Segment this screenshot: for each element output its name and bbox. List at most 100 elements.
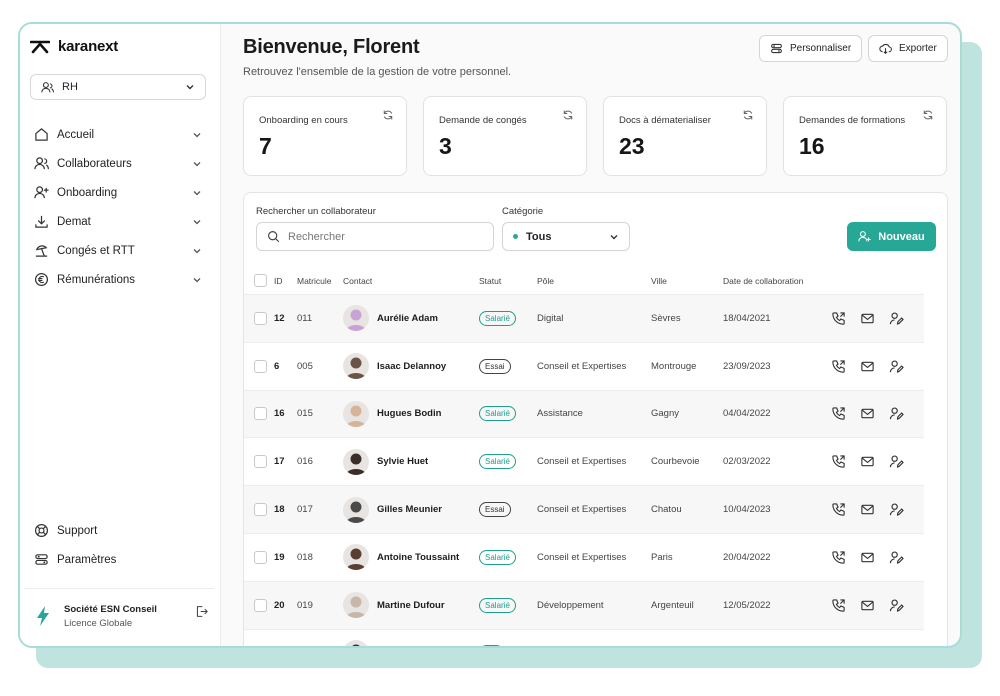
search-input[interactable] [288, 230, 468, 243]
phone-icon[interactable] [831, 406, 846, 421]
avatar[interactable] [343, 639, 369, 646]
cell-contact-name[interactable]: Sylvie Huet [377, 456, 428, 467]
edit-user-icon[interactable] [889, 502, 904, 517]
column-header-id[interactable]: ID [274, 276, 297, 286]
column-header-matricule[interactable]: Matricule [297, 276, 343, 286]
organization-panel: Société ESN Conseil Licence Globale [24, 588, 214, 631]
logout-icon[interactable] [195, 605, 208, 618]
sidebar-item-onboarding[interactable]: Onboarding [30, 178, 206, 207]
mail-icon[interactable] [860, 311, 875, 326]
stat-value: 23 [619, 133, 645, 159]
column-header-date[interactable]: Date de collaboration [723, 276, 831, 286]
mail-icon[interactable] [860, 359, 875, 374]
avatar[interactable] [343, 496, 369, 523]
phone-icon[interactable] [831, 359, 846, 374]
logo[interactable]: karanext [30, 38, 118, 55]
column-header-statut[interactable]: Statut [479, 276, 537, 286]
phone-icon[interactable] [831, 502, 846, 517]
column-header-ville[interactable]: Ville [651, 276, 723, 286]
refresh-icon[interactable] [742, 109, 754, 121]
row-actions [831, 645, 904, 648]
avatar[interactable] [343, 400, 369, 427]
mail-icon[interactable] [860, 550, 875, 565]
sidebar-item-demat[interactable]: Demat [30, 207, 206, 236]
cell-contact-name[interactable]: Martine Dufour [377, 600, 445, 611]
phone-icon[interactable] [831, 598, 846, 613]
avatar[interactable] [343, 544, 369, 571]
edit-user-icon[interactable] [889, 645, 904, 648]
mail-icon[interactable] [860, 502, 875, 517]
page-title: Bienvenue, Florent [243, 36, 420, 58]
edit-user-icon[interactable] [889, 550, 904, 565]
refresh-icon[interactable] [562, 109, 574, 121]
role-select[interactable]: RH [30, 74, 206, 100]
avatar[interactable] [343, 353, 369, 380]
avatar[interactable] [343, 592, 369, 619]
cell-contact-name[interactable]: Gilles Meunier [377, 504, 442, 515]
mail-icon[interactable] [860, 406, 875, 421]
row-checkbox[interactable] [254, 407, 267, 421]
column-header-contact[interactable]: Contact [343, 276, 479, 286]
row-checkbox[interactable] [254, 455, 267, 469]
phone-icon[interactable] [831, 550, 846, 565]
phone-icon[interactable] [831, 645, 846, 648]
row-checkbox[interactable] [254, 503, 267, 517]
search-field[interactable] [256, 222, 494, 251]
refresh-icon[interactable] [382, 109, 394, 121]
table-row[interactable]: 17 016 Sylvie Huet Salarié Conseil et Expert… [244, 438, 924, 487]
sidebar-item-accueil[interactable]: Accueil [30, 120, 206, 149]
customize-button[interactable]: Personnaliser [759, 35, 863, 62]
row-actions [831, 311, 904, 326]
phone-icon[interactable] [831, 311, 846, 326]
avatar[interactable] [343, 448, 369, 475]
edit-user-icon[interactable] [889, 598, 904, 613]
cell-contact-name[interactable]: Isaac Delannoy [377, 361, 446, 372]
cell-matricule: 016 [297, 456, 313, 468]
sidebar-item-remunerations[interactable]: Rémunérations [30, 265, 206, 294]
sidebar-item-label: Demat [57, 215, 91, 228]
sidebar-item-conges[interactable]: Congés et RTT [30, 236, 206, 265]
euro-icon [34, 272, 49, 287]
table-row[interactable]: 12 011 Aurélie Adam Salarié Digital Sèvres 18/… [244, 295, 924, 343]
stat-card-onboarding[interactable]: Onboarding en cours 7 [243, 96, 407, 176]
mail-icon[interactable] [860, 454, 875, 469]
mail-icon[interactable] [860, 645, 875, 648]
new-employee-button[interactable]: Nouveau [847, 222, 936, 251]
table-row[interactable]: 20 019 Martine Dufour Salarié Développement A… [244, 581, 924, 630]
stat-card-conges[interactable]: Demande de congés 3 [423, 96, 587, 176]
mail-icon[interactable] [860, 598, 875, 613]
refresh-icon[interactable] [922, 109, 934, 121]
status-badge: Salarié [479, 406, 516, 422]
avatar[interactable] [343, 305, 369, 332]
row-checkbox[interactable] [254, 646, 267, 648]
table-row[interactable]: 6 005 Isaac Delannoy Essai Conseil et Expert… [244, 343, 924, 391]
table-row[interactable]: 16 015 Hugues Bodin Salarié Assistance Gagny 0… [244, 390, 924, 439]
sidebar-item-collaborateurs[interactable]: Collaborateurs [30, 149, 206, 178]
cell-contact-name[interactable]: Hugues Bodin [377, 408, 441, 419]
cell-pole: Digital [537, 312, 564, 324]
page-subtitle: Retrouvez l'ensemble de la gestion de vo… [243, 66, 512, 78]
row-checkbox[interactable] [254, 598, 267, 612]
stat-card-formations[interactable]: Demandes de formations 16 [783, 96, 947, 176]
row-checkbox[interactable] [254, 550, 267, 564]
edit-user-icon[interactable] [889, 359, 904, 374]
cell-matricule: 017 [297, 504, 313, 516]
sidebar-item-parametres[interactable]: Paramètres [30, 545, 206, 574]
edit-user-icon[interactable] [889, 311, 904, 326]
column-header-pole[interactable]: Pôle [537, 276, 651, 286]
row-checkbox[interactable] [254, 311, 267, 325]
phone-icon[interactable] [831, 454, 846, 469]
category-select[interactable]: Tous [502, 222, 630, 251]
export-button[interactable]: Exporter [868, 35, 948, 62]
stat-card-docs[interactable]: Docs à dématerialiser 23 [603, 96, 767, 176]
sidebar-item-support[interactable]: Support [30, 516, 206, 545]
table-row[interactable] [244, 630, 924, 648]
cell-contact-name[interactable]: Antoine Toussaint [377, 552, 459, 563]
select-all-checkbox[interactable] [254, 274, 267, 287]
table-row[interactable]: 19 018 Antoine Toussaint Salarié Conseil et … [244, 534, 924, 582]
table-row[interactable]: 18 017 Gilles Meunier Essai Conseil et Exper… [244, 486, 924, 534]
row-checkbox[interactable] [254, 359, 267, 373]
cell-contact-name[interactable]: Aurélie Adam [377, 313, 438, 324]
edit-user-icon[interactable] [889, 406, 904, 421]
edit-user-icon[interactable] [889, 454, 904, 469]
